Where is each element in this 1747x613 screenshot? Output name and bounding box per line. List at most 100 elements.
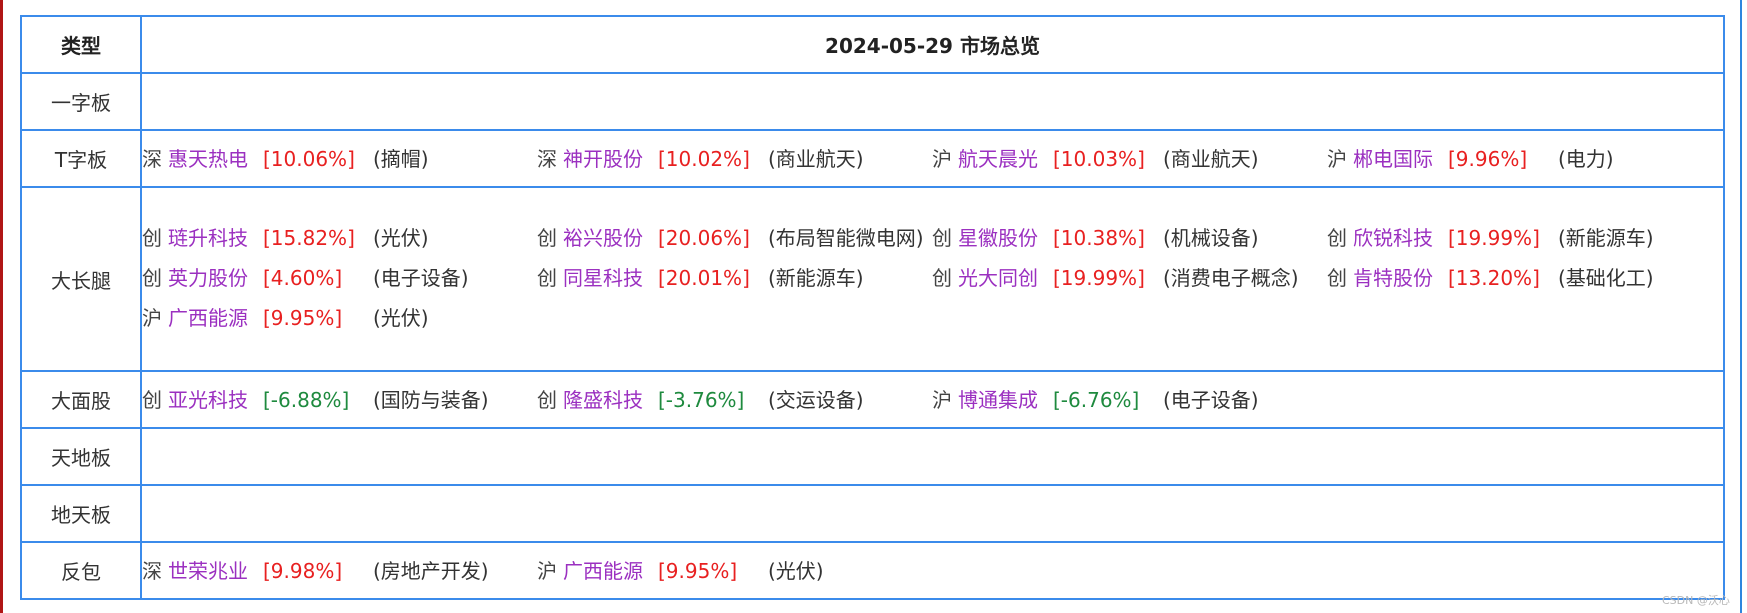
stock-item: 沪广西能源 [9.95%] (光伏) <box>142 294 537 334</box>
sector-label: (电力) <box>1558 146 1614 171</box>
sector-label: (商业航天) <box>1163 146 1259 171</box>
stock-name-link[interactable]: 广西能源 <box>563 555 658 587</box>
sector-label: (光伏) <box>373 306 429 330</box>
stock-name-link[interactable]: 星徽股份 <box>958 222 1053 254</box>
sector-label: (机械设备) <box>1163 226 1259 250</box>
stock-item: 沪广西能源 [9.95%] (光伏) <box>537 545 932 597</box>
stock-item: 创同星科技 [20.01%] (新能源车) <box>537 254 932 294</box>
stock-item: 创隆盛科技 [-3.76%] (交运设备) <box>537 374 932 426</box>
stock-item: 创裕兴股份 [20.06%] (布局智能微电网) <box>537 214 932 254</box>
stock-name-link[interactable]: 博通集成 <box>958 384 1053 416</box>
row-content: 深惠天热电 [10.06%] (摘帽) 深神开股份 [10.02%] (商业航天) 沪航天晨… <box>140 129 1725 188</box>
row-type-label: 反包 <box>20 541 142 600</box>
watermark: CSDN @沃心 <box>1662 594 1730 607</box>
left-edge-bar <box>0 0 3 613</box>
stock-name-link[interactable]: 世荣兆业 <box>168 555 263 587</box>
sector-label: (基础化工) <box>1558 266 1654 290</box>
stock-item: 深惠天热电 [10.06%] (摘帽) <box>142 133 537 185</box>
stock-name-link[interactable]: 隆盛科技 <box>563 384 658 416</box>
table-header-row: 类型 2024-05-29 市场总览 <box>20 15 1725 74</box>
change-percent: [4.60%] <box>263 266 343 290</box>
stock-item: 创星徽股份 [10.38%] (机械设备) <box>932 214 1327 254</box>
market-tag: 创 <box>537 387 557 412</box>
row-type-label: 一字板 <box>20 72 142 131</box>
table-row: 反包深世荣兆业 [9.98%] (房地产开发) 沪广西能源 [9.95%] (光伏) <box>20 541 1725 600</box>
stock-name-link[interactable]: 亚光科技 <box>168 384 263 416</box>
stock-name-link[interactable]: 神开股份 <box>563 143 658 175</box>
market-tag: 深 <box>142 146 162 171</box>
market-tag: 创 <box>1327 226 1347 250</box>
table-row: 大面股创亚光科技 [-6.88%] (国防与装备) 创隆盛科技 [-3.76%] (交运设… <box>20 370 1725 429</box>
row-content: 深世荣兆业 [9.98%] (房地产开发) 沪广西能源 [9.95%] (光伏) <box>140 541 1725 600</box>
row-content <box>140 484 1725 543</box>
market-tag: 沪 <box>1327 146 1347 171</box>
market-tag: 创 <box>142 266 162 290</box>
sector-label: (消费电子概念) <box>1163 266 1299 290</box>
market-tag: 沪 <box>932 146 952 171</box>
change-percent: [-3.76%] <box>658 387 745 412</box>
stock-item: 创肯特股份 [13.20%] (基础化工) <box>1327 254 1722 294</box>
table-row: T字板深惠天热电 [10.06%] (摘帽) 深神开股份 [10.02%] (商业航天) 沪… <box>20 129 1725 188</box>
change-percent: [20.06%] <box>658 226 750 250</box>
row-type-label: 天地板 <box>20 427 142 486</box>
stock-name-link[interactable]: 英力股份 <box>168 262 263 294</box>
stock-name-link[interactable]: 郴电国际 <box>1353 143 1448 175</box>
stock-name-link[interactable]: 同星科技 <box>563 262 658 294</box>
stock-name-link[interactable]: 琏升科技 <box>168 222 263 254</box>
row-type-label: 地天板 <box>20 484 142 543</box>
market-tag: 深 <box>142 558 162 583</box>
change-percent: [-6.76%] <box>1053 387 1140 412</box>
stock-name-link[interactable]: 光大同创 <box>958 262 1053 294</box>
sector-label: (交运设备) <box>768 387 864 412</box>
type-column-header: 类型 <box>20 15 142 74</box>
market-tag: 创 <box>1327 266 1347 290</box>
market-overview-table: 类型 2024-05-29 市场总览 一字板 T字板深惠天热电 [10.06%] (摘… <box>20 15 1725 600</box>
stock-item: 沪郴电国际 [9.96%] (电力) <box>1327 133 1722 185</box>
stock-name-link[interactable]: 航天晨光 <box>958 143 1053 175</box>
stock-name-link[interactable]: 裕兴股份 <box>563 222 658 254</box>
row-type-label: 大面股 <box>20 370 142 429</box>
market-tag: 创 <box>537 266 557 290</box>
row-content <box>140 72 1725 131</box>
stock-item: 深神开股份 [10.02%] (商业航天) <box>537 133 932 185</box>
market-tag: 创 <box>537 226 557 250</box>
overview-title: 2024-05-29 市场总览 <box>140 15 1725 74</box>
market-tag: 创 <box>142 226 162 250</box>
sector-label: (光伏) <box>768 558 824 583</box>
sector-label: (电子设备) <box>373 266 469 290</box>
stock-name-link[interactable]: 欣锐科技 <box>1353 222 1448 254</box>
market-tag: 深 <box>537 146 557 171</box>
market-tag: 沪 <box>932 387 952 412</box>
sector-label: (商业航天) <box>768 146 864 171</box>
change-percent: [10.03%] <box>1053 146 1145 171</box>
sector-label: (新能源车) <box>1558 226 1654 250</box>
market-tag: 沪 <box>537 558 557 583</box>
stock-item: 创琏升科技 [15.82%] (光伏) <box>142 214 537 254</box>
change-percent: [-6.88%] <box>263 387 350 412</box>
change-percent: [9.95%] <box>658 558 738 583</box>
row-content: 创琏升科技 [15.82%] (光伏) 创裕兴股份 [20.06%] (布局智能微电网) 创… <box>140 186 1725 372</box>
table-row: 地天板 <box>20 484 1725 543</box>
market-tag: 创 <box>142 387 162 412</box>
table-row: 大长腿创琏升科技 [15.82%] (光伏) 创裕兴股份 [20.06%] (布局智能微电… <box>20 186 1725 372</box>
row-content <box>140 427 1725 486</box>
change-percent: [10.02%] <box>658 146 750 171</box>
change-percent: [19.99%] <box>1053 266 1145 290</box>
stock-name-link[interactable]: 肯特股份 <box>1353 262 1448 294</box>
sector-label: (摘帽) <box>373 146 429 171</box>
stock-name-link[interactable]: 广西能源 <box>168 302 263 334</box>
market-tag: 创 <box>932 226 952 250</box>
change-percent: [15.82%] <box>263 226 355 250</box>
sector-label: (国防与装备) <box>373 387 489 412</box>
stock-name-link[interactable]: 惠天热电 <box>168 143 263 175</box>
table-row: 天地板 <box>20 427 1725 486</box>
change-percent: [10.06%] <box>263 146 355 171</box>
change-percent: [10.38%] <box>1053 226 1145 250</box>
table-body: 一字板 T字板深惠天热电 [10.06%] (摘帽) 深神开股份 [10.02%] (商业航… <box>20 72 1725 600</box>
change-percent: [9.95%] <box>263 306 343 330</box>
change-percent: [20.01%] <box>658 266 750 290</box>
change-percent: [19.99%] <box>1448 226 1540 250</box>
stock-item: 沪航天晨光 [10.03%] (商业航天) <box>932 133 1327 185</box>
stock-item: 沪博通集成 [-6.76%] (电子设备) <box>932 374 1327 426</box>
change-percent: [9.96%] <box>1448 146 1528 171</box>
